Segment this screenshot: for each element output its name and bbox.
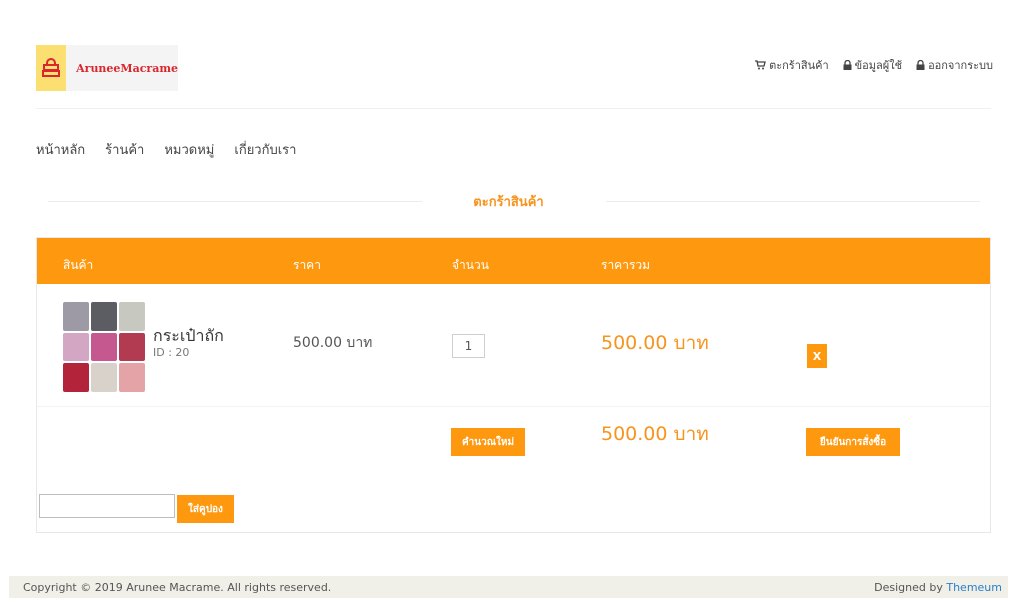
main-nav: หน้าหลัก ร้านค้า หมวดหมู่ เกี่ยวกับเรา (36, 139, 296, 160)
confirm-order-button[interactable]: ยืนยันการสั่งซื้อ (806, 428, 900, 456)
shop-bag-icon (36, 45, 67, 91)
heading-line-right (606, 201, 980, 202)
cart-icon (755, 60, 766, 70)
header-divider (36, 108, 991, 109)
designed-by-label: Designed by (874, 581, 943, 594)
nav-home[interactable]: หน้าหลัก (36, 139, 85, 160)
designer-link[interactable]: Themeum (946, 581, 1002, 594)
topnav-profile-link[interactable]: ข้อมูลผู้ใช้ (843, 56, 902, 74)
top-nav: ตะกร้าสินค้า ข้อมูลผู้ใช้ ออกจากระบบ (755, 56, 993, 74)
section-heading: ตะกร้าสินค้า (0, 191, 1017, 212)
recalculate-button[interactable]: คำนวณใหม่ (451, 428, 525, 456)
brand-name: AruneeMacrame (76, 61, 178, 75)
topnav-logout-link[interactable]: ออกจากระบบ (916, 56, 993, 74)
copyright-text: Copyright © 2019 Arunee Macrame. All rig… (23, 581, 332, 594)
coupon-input[interactable] (39, 494, 175, 518)
nav-shop[interactable]: ร้านค้า (105, 139, 144, 160)
header-total: ราคารวม (601, 258, 651, 272)
nav-about[interactable]: เกี่ยวกับเรา (234, 139, 296, 160)
heading-line-left (48, 201, 422, 202)
product-thumbnail[interactable] (63, 302, 145, 392)
product-price: 500.00 บาท (293, 335, 373, 351)
lock-icon (916, 60, 925, 70)
apply-coupon-button[interactable]: ใส่คูปอง (177, 495, 234, 523)
page-title: ตะกร้าสินค้า (473, 195, 544, 210)
topnav-logout-label: ออกจากระบบ (928, 59, 993, 72)
cart-header-row: สินค้า ราคา จำนวน ราคารวม (37, 238, 990, 284)
topnav-cart-label: ตะกร้าสินค้า (769, 59, 829, 72)
grand-total: 500.00 บาท (601, 423, 709, 445)
topnav-cart-link[interactable]: ตะกร้าสินค้า (755, 56, 829, 74)
product-id: ID : 20 (153, 346, 190, 359)
header-product: สินค้า (63, 258, 94, 272)
nav-categories[interactable]: หมวดหมู่ (164, 139, 214, 160)
cart-row: กระเป๋าถัก ID : 20 500.00 บาท 500.00 บาท… (37, 284, 990, 407)
designed-by: Designed by Themeum (874, 581, 1002, 594)
remove-item-button[interactable]: X (807, 344, 827, 368)
quantity-input[interactable] (452, 334, 485, 358)
topnav-profile-label: ข้อมูลผู้ใช้ (854, 59, 903, 72)
logo[interactable]: AruneeMacrame (36, 45, 178, 91)
cart-table: สินค้า ราคา จำนวน ราคารวม กระเป๋าถัก ID … (36, 237, 991, 533)
header-price: ราคา (293, 258, 321, 272)
header-qty: จำนวน (452, 258, 489, 272)
item-total: 500.00 บาท (601, 332, 709, 354)
footer: Copyright © 2019 Arunee Macrame. All rig… (9, 576, 1008, 598)
lock-icon (843, 60, 852, 70)
